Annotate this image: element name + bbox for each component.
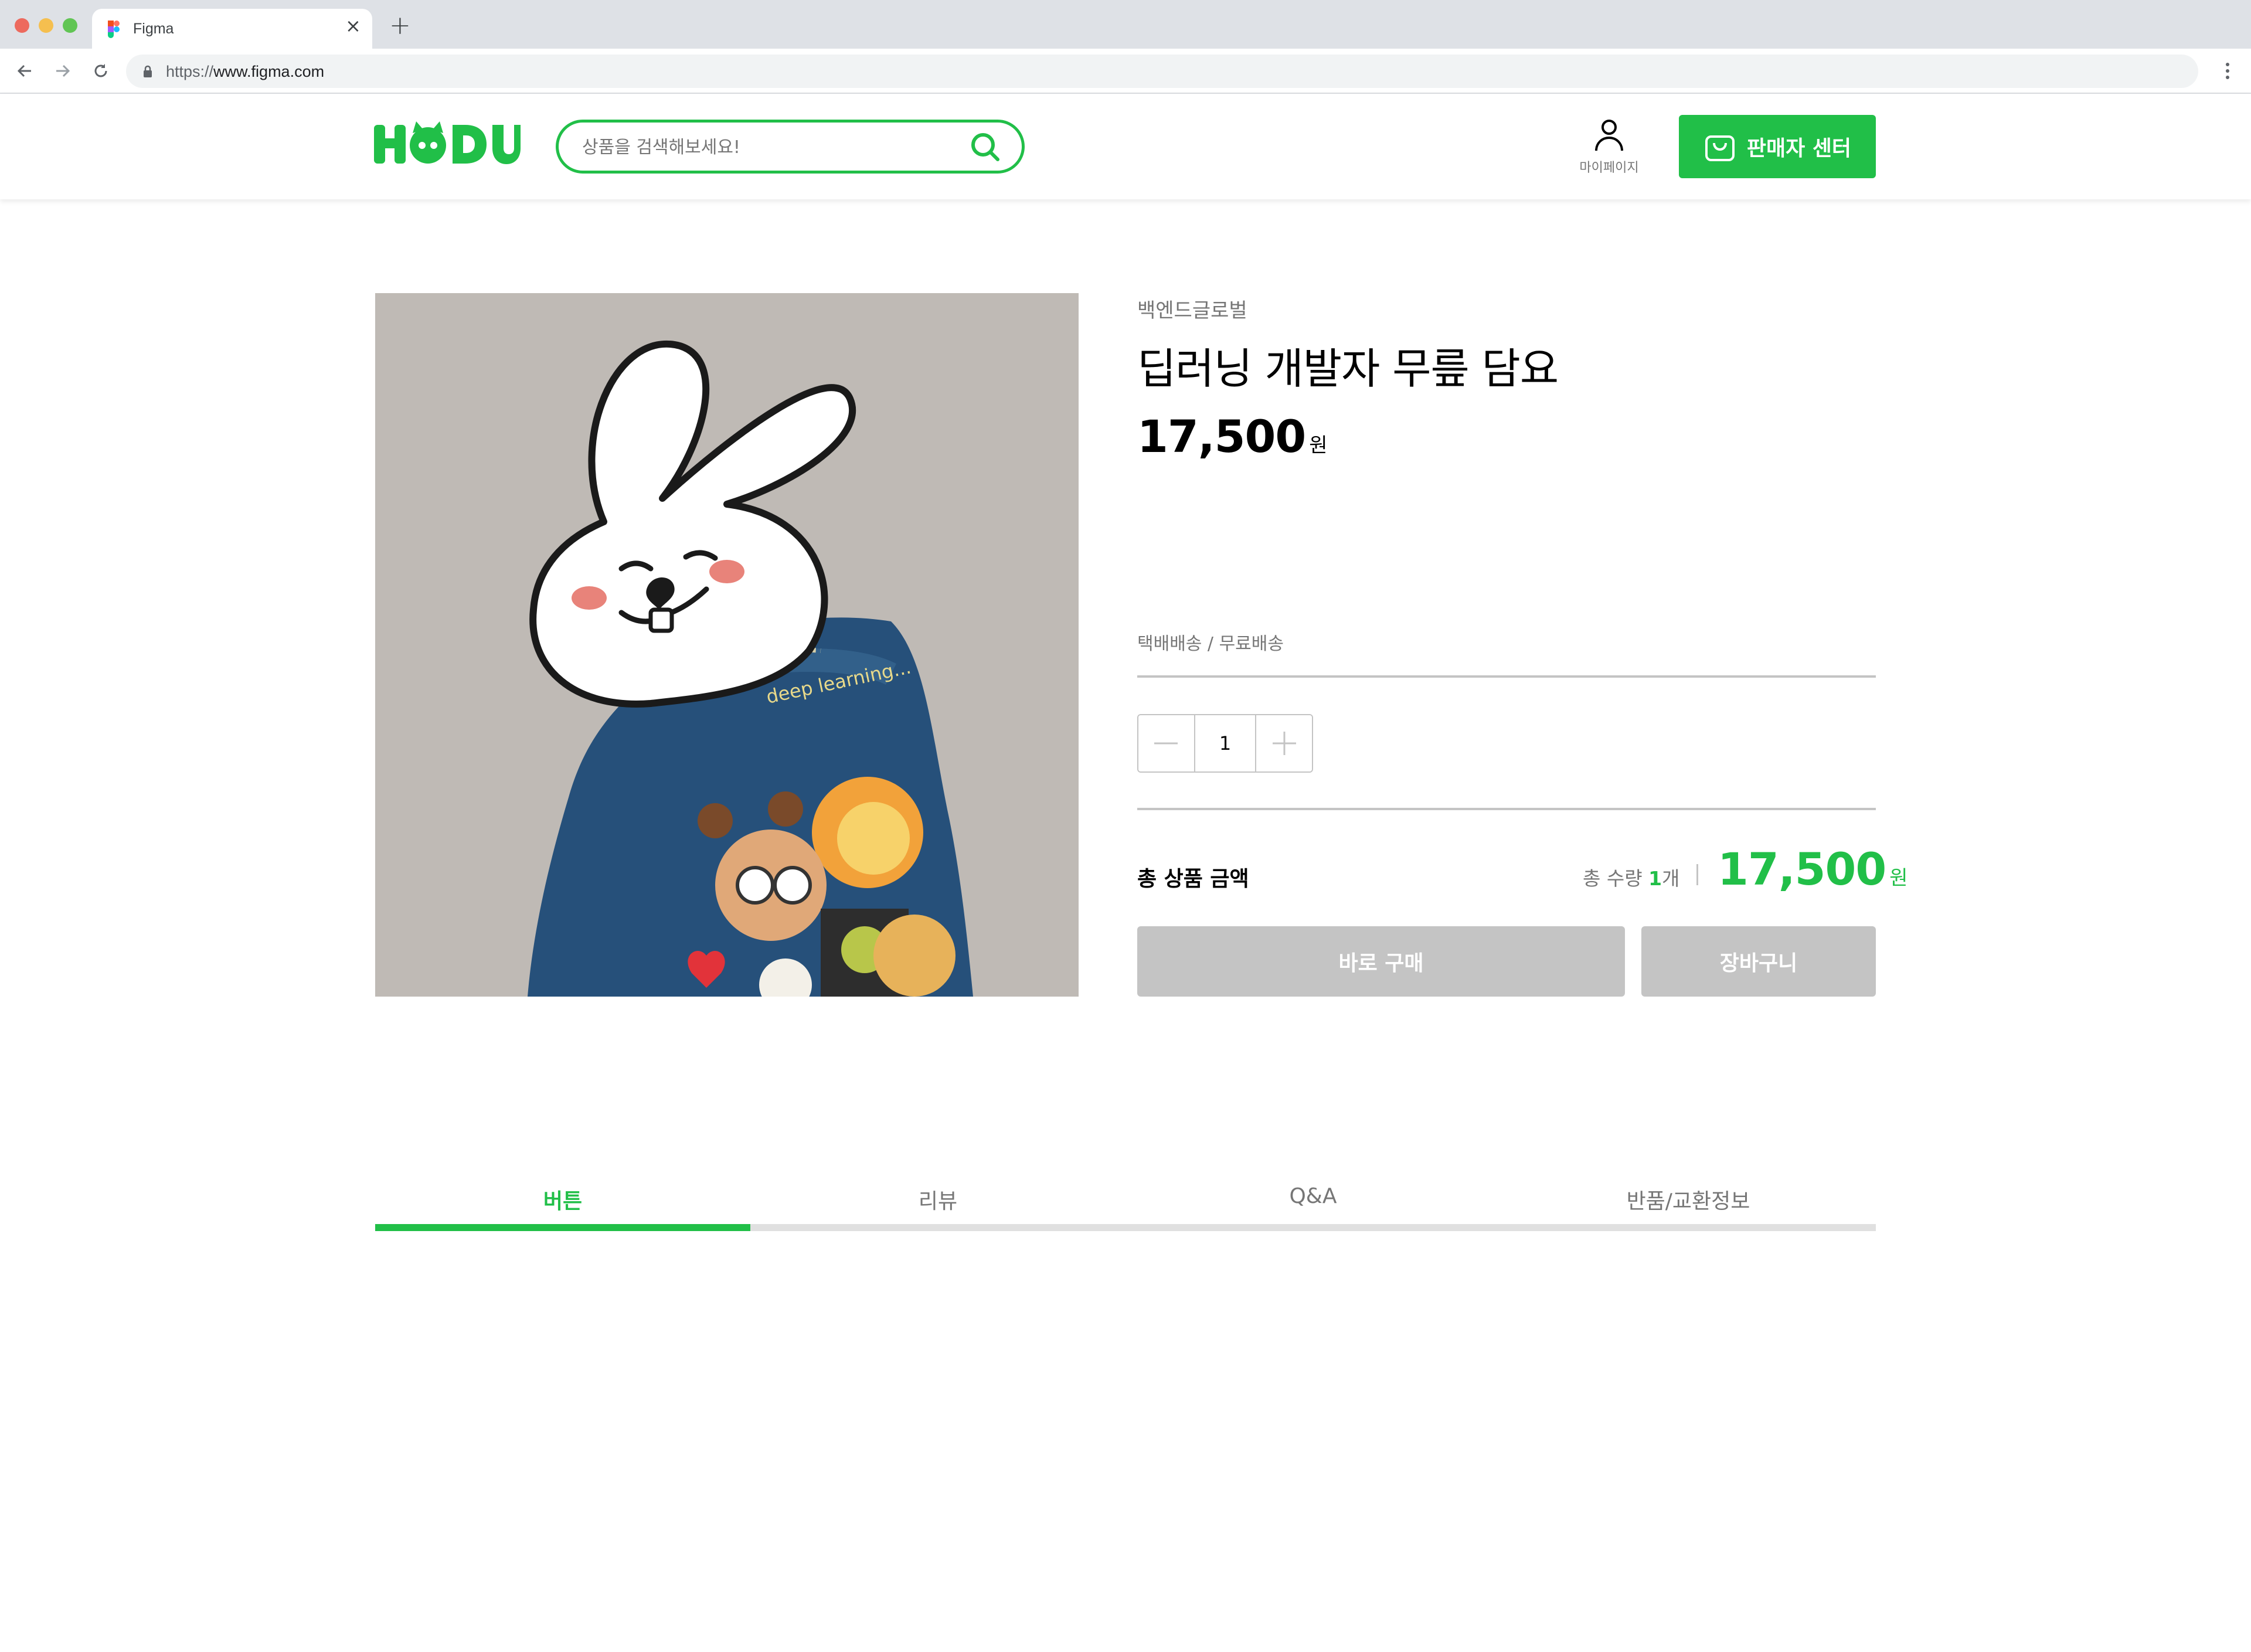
tab-close-icon[interactable]: × <box>345 16 361 35</box>
product-image: deep learning... <box>375 293 1079 997</box>
forward-arrow-icon[interactable] <box>50 58 76 84</box>
total-quantity: 총 수량 1개 <box>1583 867 1680 890</box>
search-box <box>556 120 1025 174</box>
window-zoom-button[interactable] <box>63 18 77 33</box>
browser-toolbar: https://www.figma.com <box>0 49 2251 94</box>
window-minimize-button[interactable] <box>39 18 53 33</box>
divider <box>1137 675 1876 678</box>
quantity-value[interactable]: 1 <box>1193 715 1257 771</box>
minus-icon <box>1154 742 1178 745</box>
figma-favicon-icon <box>108 21 120 38</box>
plus-icon <box>1272 732 1296 755</box>
tab-label: 리뷰 <box>918 1189 958 1213</box>
mypage-button[interactable]: 마이페이지 <box>1571 118 1647 177</box>
tab-indicator <box>1501 1224 1876 1231</box>
tab-label: 반품/교환정보 <box>1626 1189 1750 1213</box>
shopping-bag-icon <box>1705 135 1735 161</box>
new-tab-icon[interactable]: + <box>389 13 411 39</box>
lock-icon <box>144 65 152 77</box>
tab-label: 버튼 <box>543 1189 583 1213</box>
divider <box>1137 808 1876 810</box>
url-text: https://www.figma.com <box>166 63 325 80</box>
seller-center-label: 판매자 센터 <box>1746 137 1852 161</box>
product-price: 17,500 원 <box>1137 410 1328 463</box>
quantity-stepper: 1 <box>1137 714 1313 773</box>
seller-name: 백엔드글로벌 <box>1137 299 1247 322</box>
tab-indicator <box>375 1224 750 1231</box>
search-input[interactable] <box>582 134 957 160</box>
tab-title: Figma <box>133 21 174 37</box>
hodu-logo[interactable] <box>374 120 521 169</box>
site-header: 마이페이지 판매자 센터 <box>0 94 2251 199</box>
add-to-cart-button[interactable]: 장바구니 <box>1641 926 1876 997</box>
price-unit: 원 <box>1309 434 1327 457</box>
reload-icon[interactable] <box>88 58 114 84</box>
tab-review[interactable]: 리뷰 <box>750 1172 1126 1231</box>
total-price-value: 17,500 <box>1718 843 1886 895</box>
user-icon <box>1595 120 1623 151</box>
tab-button[interactable]: 버튼 <box>375 1172 750 1231</box>
total-price-unit: 원 <box>1889 866 1907 890</box>
tab-return-exchange[interactable]: 반품/교환정보 <box>1501 1172 1876 1231</box>
search-icon[interactable] <box>969 131 1002 166</box>
decrease-quantity-button[interactable] <box>1138 715 1194 771</box>
tab-indicator <box>1126 1224 1501 1231</box>
total-price: 17,500 원 <box>1718 843 1908 895</box>
product-title: 딥러닝 개발자 무릎 담요 <box>1137 344 1559 393</box>
window-close-button[interactable] <box>15 18 29 33</box>
increase-quantity-button[interactable] <box>1256 715 1312 771</box>
delivery-info: 택배배송 / 무료배송 <box>1137 634 1284 654</box>
tab-indicator <box>750 1224 1126 1231</box>
buy-now-button[interactable]: 바로 구매 <box>1137 926 1625 997</box>
product-tabs: 버튼 리뷰 Q&A 반품/교환정보 <box>375 1172 1876 1231</box>
kebab-menu-icon[interactable] <box>2216 58 2239 84</box>
seller-center-button[interactable]: 판매자 센터 <box>1679 115 1876 178</box>
tab-label: Q&A <box>1289 1184 1337 1208</box>
browser-tab-strip: Figma × + <box>0 0 2251 49</box>
browser-tab[interactable]: Figma × <box>92 9 372 49</box>
price-value: 17,500 <box>1137 410 1306 463</box>
mypage-label: 마이페이지 <box>1579 161 1639 175</box>
address-bar[interactable]: https://www.figma.com <box>126 55 2198 88</box>
back-arrow-icon[interactable] <box>12 58 38 84</box>
total-price-label: 총 상품 금액 <box>1137 867 1249 891</box>
total-separator <box>1696 864 1698 885</box>
tab-qna[interactable]: Q&A <box>1126 1172 1501 1231</box>
